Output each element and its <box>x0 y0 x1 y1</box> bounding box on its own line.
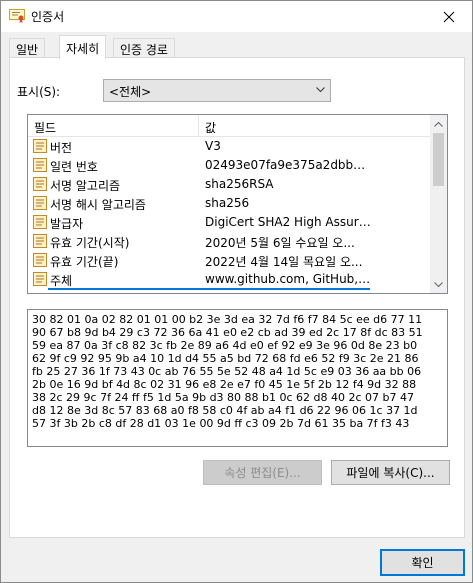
copy-to-file-button[interactable]: 파일에 복사(C)... <box>331 460 450 485</box>
field-name: 서명 알고리즘 <box>50 179 121 193</box>
field-icon <box>32 138 48 154</box>
field-name: 버전 <box>50 141 73 155</box>
column-header-field[interactable]: 필드 <box>34 119 56 136</box>
field-list-rows: 버전 V3 일련 번호 02493e07fa9e375a2dbbc6... 서명 알고리… <box>28 137 431 290</box>
field-value: www.github.com, GitHub, I... <box>205 272 371 286</box>
field-name: 유효 기간(시작) <box>50 236 130 250</box>
field-row[interactable]: 발급자 DigiCert SHA2 High Assura... <box>28 213 431 232</box>
field-icon <box>32 214 48 230</box>
ok-button[interactable]: 확인 <box>380 549 465 576</box>
window-title: 인증서 <box>31 10 65 24</box>
field-list-header: 필드 값 <box>28 115 431 137</box>
show-label: 표시(S): <box>17 85 61 99</box>
field-name: 주체 <box>50 274 73 288</box>
field-row[interactable]: 서명 해시 알고리즘 sha256 <box>28 194 431 213</box>
scroll-up-button[interactable] <box>430 115 447 132</box>
field-row[interactable]: 버전 V3 <box>28 137 431 156</box>
field-row[interactable]: 서명 알고리즘 sha256RSA <box>28 175 431 194</box>
field-list-scrollbar[interactable] <box>430 115 447 293</box>
field-value: 2020년 5월 6일 수요일 오... <box>205 236 355 250</box>
tab-details[interactable]: 자세히 <box>59 35 107 59</box>
edit-properties-button[interactable]: 속성 편집(E)... <box>203 460 322 485</box>
show-dropdown-value: <전체> <box>109 85 152 99</box>
certificate-icon <box>9 9 25 23</box>
tab-general[interactable]: 일반 <box>9 38 46 58</box>
field-name: 발급자 <box>50 217 84 231</box>
field-value: DigiCert SHA2 High Assura... <box>205 215 371 229</box>
field-value: V3 <box>205 139 221 153</box>
close-icon <box>443 11 455 22</box>
field-row[interactable]: 주체 www.github.com, GitHub, I... <box>28 270 431 290</box>
show-dropdown[interactable]: <전체> <box>103 79 331 102</box>
field-icon <box>32 271 48 287</box>
field-row[interactable]: 유효 기간(시작) 2020년 5월 6일 수요일 오... <box>28 232 431 251</box>
field-row[interactable]: 유효 기간(끝) 2022년 4월 14일 목요일 오... <box>28 251 431 270</box>
column-divider[interactable] <box>198 115 199 137</box>
field-value: sha256 <box>205 196 250 210</box>
field-row[interactable]: 일련 번호 02493e07fa9e375a2dbbc6... <box>28 156 431 175</box>
chevron-down-icon <box>434 281 443 287</box>
close-button[interactable] <box>426 1 472 32</box>
field-icon <box>32 252 48 268</box>
certificate-window: 인증서 일반 자세히 인증 경로 표시(S): <전체> 필드 값 버전 V3 일련… <box>0 0 473 583</box>
field-list[interactable]: 필드 값 버전 V3 일련 번호 02493e07fa9e375a2dbbc6... 서… <box>27 114 448 294</box>
scroll-thumb[interactable] <box>433 133 444 186</box>
field-icon <box>32 176 48 192</box>
value-detail-box[interactable]: 30 82 01 0a 02 82 01 01 00 b2 3e 3d ea 3… <box>27 309 448 447</box>
scroll-down-button[interactable] <box>430 276 447 293</box>
value-detail-text: 30 82 01 0a 02 82 01 01 00 b2 3e 3d ea 3… <box>32 313 423 430</box>
field-value: 02493e07fa9e375a2dbbc6... <box>205 158 371 172</box>
field-value: sha256RSA <box>205 177 274 191</box>
field-name: 유효 기간(끝) <box>50 255 119 269</box>
chevron-up-icon <box>434 121 443 127</box>
field-name: 서명 해시 알고리즘 <box>50 198 146 212</box>
focus-underline <box>48 288 370 290</box>
field-name: 일련 번호 <box>50 160 98 174</box>
field-icon <box>32 157 48 173</box>
chevron-down-icon <box>316 87 325 93</box>
title-bar: 인증서 <box>1 1 472 32</box>
field-icon <box>32 233 48 249</box>
tab-certification-path[interactable]: 인증 경로 <box>113 38 175 58</box>
field-icon <box>32 195 48 211</box>
column-header-value[interactable]: 값 <box>205 119 216 136</box>
field-value: 2022년 4월 14일 목요일 오... <box>205 255 363 269</box>
